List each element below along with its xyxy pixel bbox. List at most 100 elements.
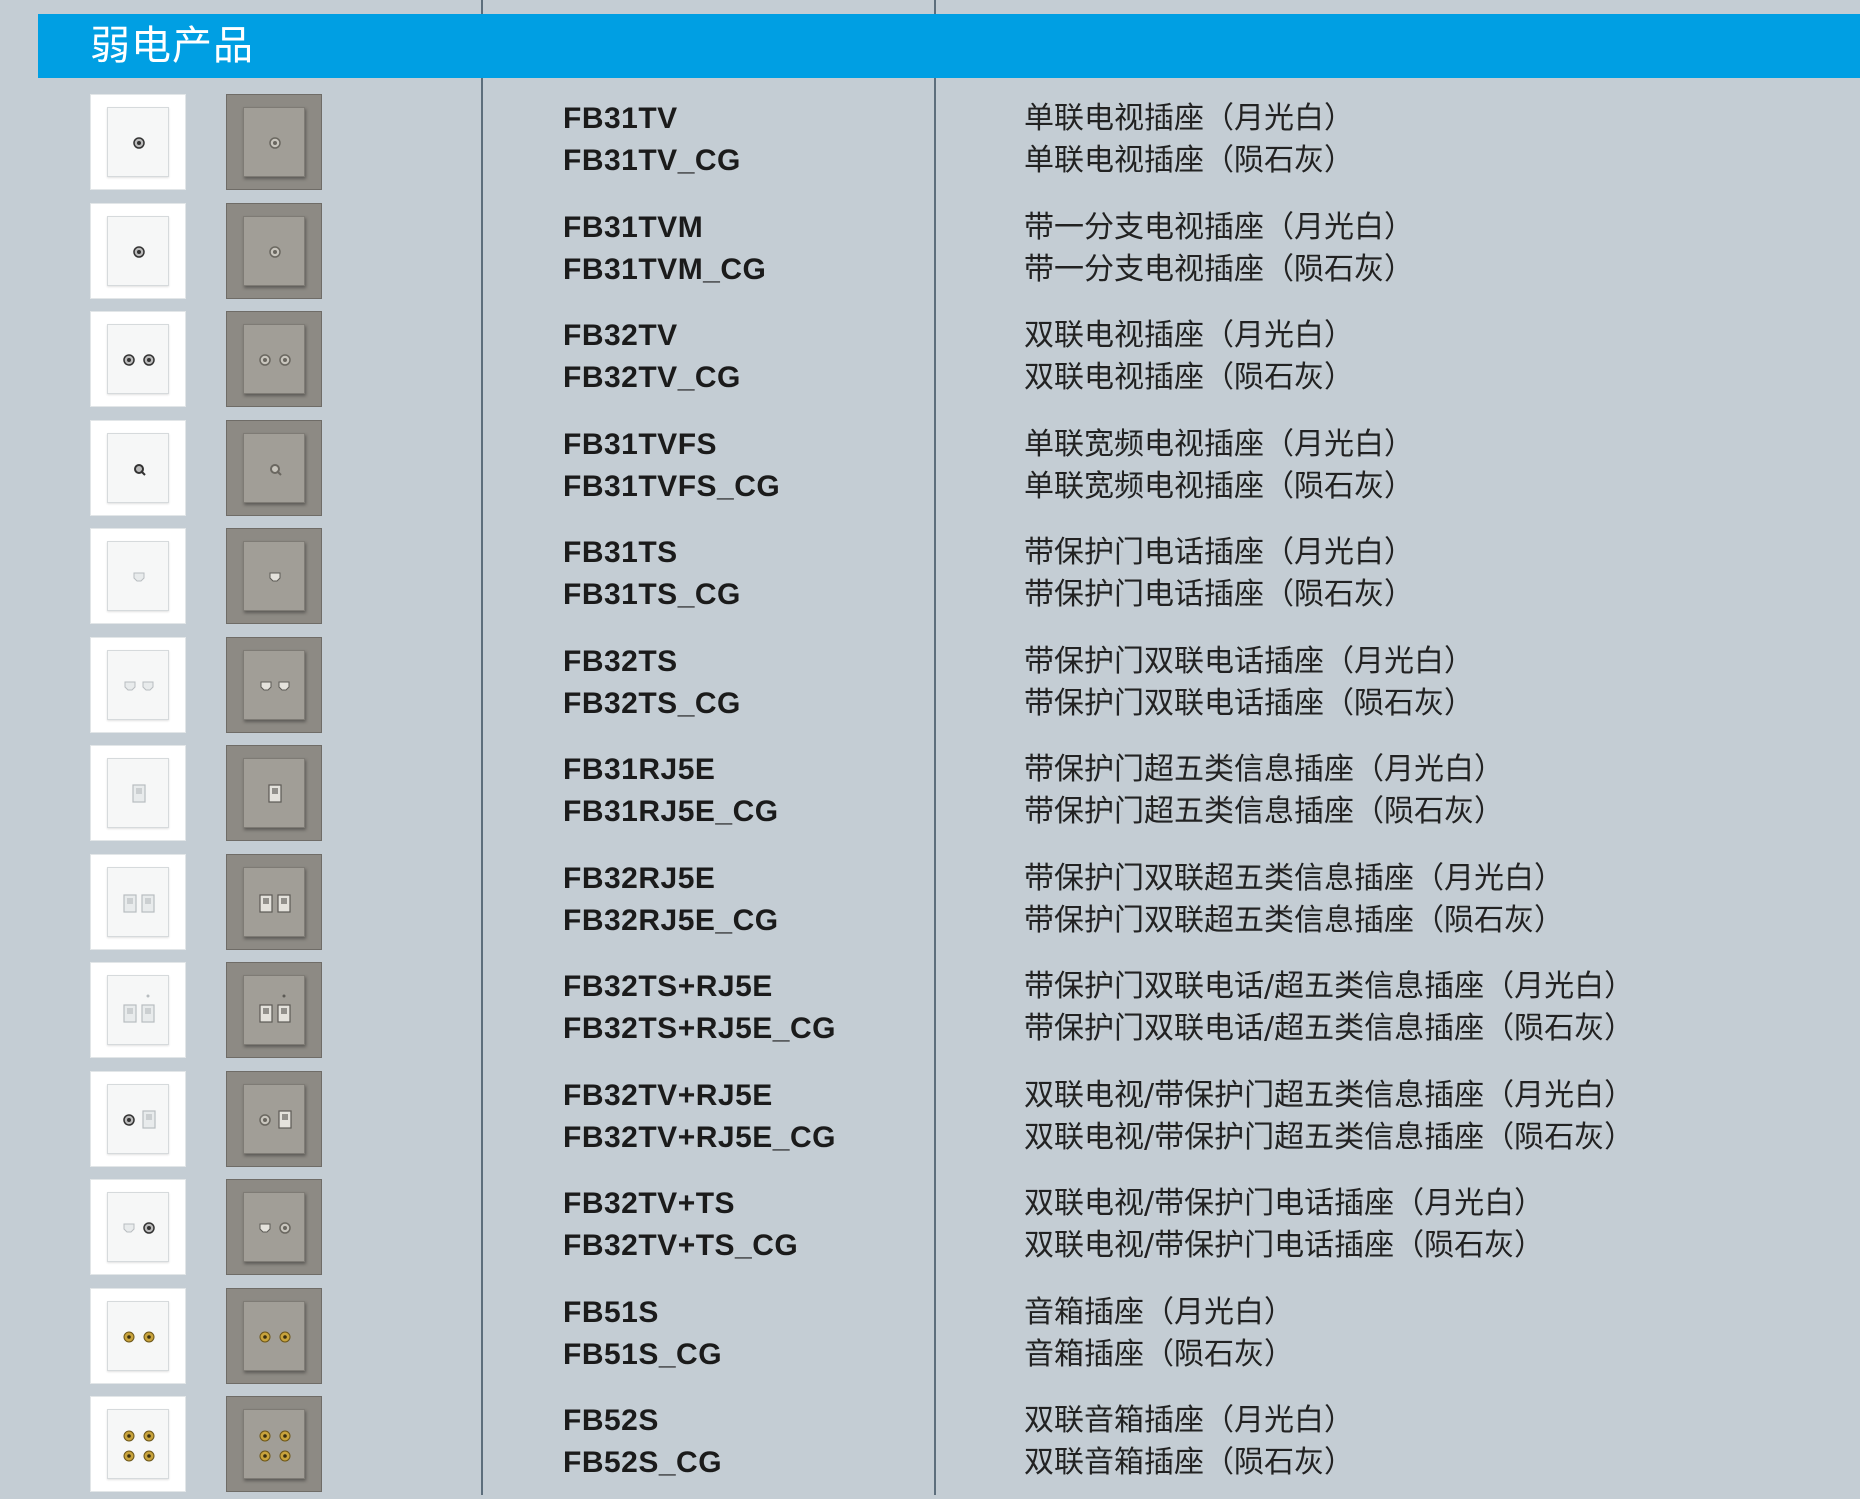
- section-title: 弱电产品: [90, 23, 254, 69]
- product-row: FB31TV FB31TV_CG 单联电视插座（月光白） 单联电视插座（陨石灰）: [0, 88, 1860, 197]
- description-white: 带保护门电话插座（月光白）: [1024, 535, 1414, 570]
- meteorite-grey-plate: [226, 419, 322, 516]
- product-row: FB32TV+RJ5E FB32TV+RJ5E_CG 双联电视/带保护门超五类信…: [0, 1065, 1860, 1174]
- meteorite-grey-plate: [226, 311, 322, 407]
- network-socket-icon: [132, 784, 146, 803]
- code-grey: FB52S_CG: [563, 1446, 723, 1479]
- description-white: 双联电视插座（月光白）: [1024, 318, 1354, 353]
- meteorite-grey-plate: [226, 745, 322, 841]
- description-grey: 双联电视/带保护门超五类信息插座（陨石灰）: [1024, 1119, 1635, 1155]
- double-network-socket-icon: [259, 893, 291, 913]
- moonlight-white-plate: [90, 636, 186, 733]
- product-description: 双联电视/带保护门超五类信息插座（月光白） 双联电视/带保护门超五类信息插座（陨…: [1024, 1075, 1634, 1159]
- phone-tv-socket-icon: [123, 1222, 155, 1234]
- product-code: FB32TS+RJ5E FB32TS+RJ5E_CG: [563, 966, 836, 1050]
- meteorite-grey-plate: [226, 962, 322, 1058]
- description-white: 双联电视/带保护门电话插座（月光白）: [1024, 1186, 1545, 1221]
- meteorite-grey-plate: [226, 1287, 322, 1384]
- moonlight-white-plate: [90, 853, 186, 950]
- description-grey: 带保护门双联超五类信息插座（陨石灰）: [1024, 902, 1564, 938]
- code-white: FB51S: [563, 1295, 659, 1329]
- product-description: 音箱插座（月光白） 音箱插座（陨石灰）: [1024, 1292, 1294, 1376]
- description-white: 单联宽频电视插座（月光白）: [1024, 426, 1414, 462]
- phone-tv-socket-icon: [259, 1222, 291, 1234]
- description-white: 带保护门双联电话插座（月光白）: [1024, 643, 1474, 679]
- code-grey: FB32TV_CG: [563, 361, 741, 394]
- code-grey: FB31TVM_CG: [563, 252, 767, 286]
- description-white: 带一分支电视插座（月光白）: [1024, 209, 1414, 245]
- tv-socket-icon: [269, 137, 281, 149]
- code-grey: FB31TS_CG: [563, 578, 741, 611]
- moonlight-white-plate: [90, 1396, 186, 1492]
- product-row: FB51S FB51S_CG 音箱插座（月光白） 音箱插座（陨石灰）: [0, 1282, 1860, 1391]
- description-grey: 带保护门双联电话插座（陨石灰）: [1024, 685, 1474, 721]
- product-row: FB32TS+RJ5E FB32TS+RJ5E_CG 带保护门双联电话/超五类信…: [0, 956, 1860, 1065]
- speaker-socket-icon: [259, 1331, 291, 1342]
- description-grey: 单联宽频电视插座（陨石灰）: [1024, 468, 1414, 504]
- product-row: FB31TVFS FB31TVFS_CG 单联宽频电视插座（月光白） 单联宽频电…: [0, 414, 1860, 523]
- wideband-tv-socket-icon: [134, 463, 146, 476]
- meteorite-grey-plate: [226, 1070, 322, 1167]
- code-white: FB31TVFS: [563, 427, 718, 461]
- code-white: FB32TS+RJ5E: [563, 970, 773, 1003]
- section-header: 弱电产品: [38, 14, 1860, 78]
- code-grey: FB32TV+TS_CG: [563, 1229, 799, 1262]
- code-white: FB32TV+TS: [563, 1187, 736, 1220]
- speaker-socket-icon: [123, 1331, 155, 1342]
- code-white: FB32TV: [563, 319, 678, 352]
- product-row: FB31RJ5E FB31RJ5E_CG 带保护门超五类信息插座（月光白） 带保…: [0, 739, 1860, 848]
- description-grey: 音箱插座（陨石灰）: [1024, 1336, 1294, 1372]
- description-white: 双联音箱插座（月光白）: [1024, 1403, 1354, 1438]
- code-white: FB52S: [563, 1404, 659, 1437]
- moonlight-white-plate: [90, 1179, 186, 1275]
- description-white: 带保护门双联超五类信息插座（月光白）: [1024, 860, 1564, 896]
- phone-network-socket-icon: [259, 994, 291, 1023]
- product-description: 双联电视/带保护门电话插座（月光白） 双联电视/带保护门电话插座（陨石灰）: [1024, 1183, 1544, 1267]
- product-description: 单联电视插座（月光白） 单联电视插座（陨石灰）: [1024, 98, 1354, 182]
- double-speaker-socket-icon: [259, 1430, 291, 1462]
- meteorite-grey-plate: [226, 636, 322, 733]
- product-code: FB32RJ5E FB32RJ5E_CG: [563, 858, 779, 942]
- moonlight-white-plate: [90, 1287, 186, 1384]
- meteorite-grey-plate: [226, 1396, 322, 1492]
- product-code: FB31TV FB31TV_CG: [563, 98, 741, 182]
- phone-network-socket-icon: [123, 994, 155, 1023]
- product-code: FB32TV+TS FB32TV+TS_CG: [563, 1183, 798, 1267]
- product-description: 带保护门双联电话/超五类信息插座（月光白） 带保护门双联电话/超五类信息插座（陨…: [1024, 966, 1634, 1050]
- wideband-tv-socket-icon: [270, 463, 282, 476]
- description-grey: 单联电视插座（陨石灰）: [1024, 143, 1354, 178]
- product-description: 带保护门电话插座（月光白） 带保护门电话插座（陨石灰）: [1024, 532, 1414, 616]
- tv-socket-icon: [269, 245, 281, 258]
- description-grey: 带一分支电视插座（陨石灰）: [1024, 251, 1414, 287]
- description-white: 带保护门双联电话/超五类信息插座（月光白）: [1024, 969, 1635, 1004]
- network-socket-icon: [268, 784, 282, 803]
- phone-socket-icon: [133, 572, 145, 582]
- description-white: 带保护门超五类信息插座（月光白）: [1024, 752, 1504, 787]
- code-white: FB32TS: [563, 644, 678, 678]
- code-grey: FB32TS+RJ5E_CG: [563, 1012, 836, 1045]
- code-white: FB31TS: [563, 536, 678, 569]
- moonlight-white-plate: [90, 311, 186, 407]
- product-code: FB32TS FB32TS_CG: [563, 641, 741, 725]
- product-code: FB31TS FB31TS_CG: [563, 532, 741, 616]
- product-code: FB52S FB52S_CG: [563, 1400, 722, 1484]
- moonlight-white-plate: [90, 202, 186, 299]
- product-description: 双联电视插座（月光白） 双联电视插座（陨石灰）: [1024, 315, 1354, 399]
- moonlight-white-plate: [90, 962, 186, 1058]
- moonlight-white-plate: [90, 1070, 186, 1167]
- tv-network-socket-icon: [259, 1109, 292, 1129]
- phone-socket-icon: [269, 572, 281, 582]
- tv-socket-icon: [133, 137, 145, 149]
- double-phone-socket-icon: [260, 681, 290, 690]
- double-network-socket-icon: [123, 893, 155, 913]
- double-speaker-socket-icon: [123, 1430, 155, 1462]
- product-row: FB31TVM FB31TVM_CG 带一分支电视插座（月光白） 带一分支电视插…: [0, 197, 1860, 306]
- product-description: 带保护门双联超五类信息插座（月光白） 带保护门双联超五类信息插座（陨石灰）: [1024, 858, 1564, 942]
- code-white: FB32TV+RJ5E: [563, 1078, 773, 1112]
- product-code: FB31TVM FB31TVM_CG: [563, 207, 766, 291]
- product-description: 带一分支电视插座（月光白） 带一分支电视插座（陨石灰）: [1024, 207, 1414, 291]
- meteorite-grey-plate: [226, 202, 322, 299]
- description-white: 音箱插座（月光白）: [1024, 1294, 1294, 1330]
- description-white: 双联电视/带保护门超五类信息插座（月光白）: [1024, 1077, 1635, 1113]
- moonlight-white-plate: [90, 528, 186, 624]
